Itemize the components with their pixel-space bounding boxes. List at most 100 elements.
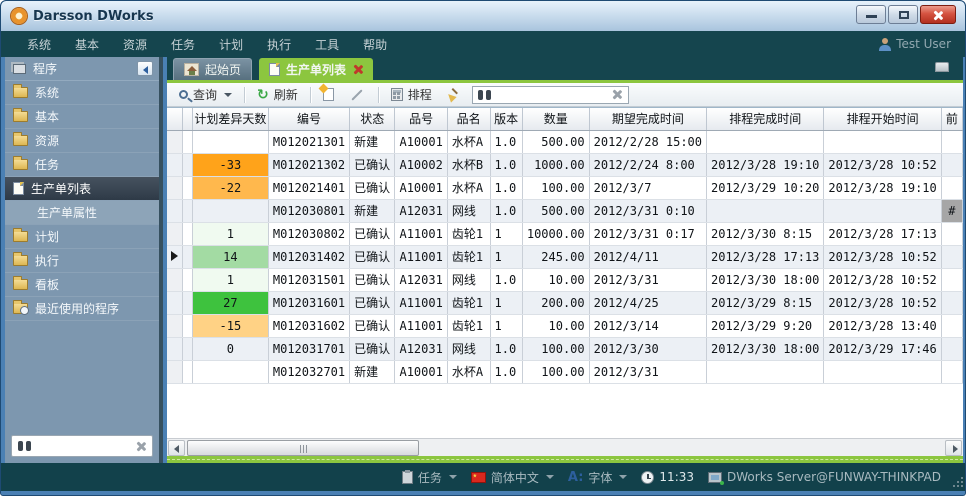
status-label: 字体 <box>588 469 612 486</box>
column-header-期望完成时间[interactable]: 期望完成时间 <box>589 108 706 130</box>
tab-pin-icon[interactable] <box>935 62 949 72</box>
status-item-11:33[interactable]: 11:33 <box>641 470 694 484</box>
minimize-button[interactable] <box>856 5 886 24</box>
row-selector[interactable] <box>167 245 183 268</box>
dropdown-caret-icon[interactable] <box>619 475 627 479</box>
cell-前 <box>941 337 962 360</box>
table-row[interactable]: M012030801新建A12031网线1.0500.002012/3/31 0… <box>167 199 963 222</box>
sidebar-search-input[interactable] <box>36 439 135 453</box>
row-selector[interactable] <box>167 176 183 199</box>
query-button[interactable]: 查询 <box>175 84 236 105</box>
column-header-排程完成时间[interactable]: 排程完成时间 <box>707 108 824 130</box>
cell-前 <box>941 268 962 291</box>
cell-排程开始时间 <box>824 360 941 383</box>
clipboard-icon <box>402 471 413 484</box>
sidebar-collapse-button[interactable] <box>137 61 153 76</box>
scroll-left-button[interactable] <box>168 440 185 456</box>
column-header-数量[interactable]: 数量 <box>522 108 589 130</box>
table-row[interactable]: -22M012021401已确认A10001水杯A1.0100.002012/3… <box>167 176 963 199</box>
table-row[interactable]: 1M012030802已确认A11001齿轮1110000.002012/3/3… <box>167 222 963 245</box>
menu-item-计划[interactable]: 计划 <box>207 34 255 56</box>
sidebar-item-系统[interactable]: 系统 <box>5 81 159 105</box>
row-selector[interactable] <box>167 337 183 360</box>
new-button[interactable] <box>319 86 338 103</box>
row-selector[interactable] <box>167 291 183 314</box>
sidebar-item-看板[interactable]: 看板 <box>5 273 159 297</box>
column-header-前[interactable]: 前 <box>941 108 962 130</box>
edit-button[interactable] <box>344 92 370 98</box>
menu-item-资源[interactable]: 资源 <box>111 34 159 56</box>
sidebar-item-计划[interactable]: 计划 <box>5 225 159 249</box>
column-header-状态[interactable]: 状态 <box>350 108 395 130</box>
status-item-简体中文[interactable]: 简体中文 <box>471 469 554 486</box>
table-row[interactable]: -33M012021302已确认A10002水杯B1.01000.002012/… <box>167 153 963 176</box>
menu-item-基本[interactable]: 基本 <box>63 34 111 56</box>
grid-search-clear-icon[interactable] <box>612 89 623 100</box>
menu-item-执行[interactable]: 执行 <box>255 34 303 56</box>
sidebar-item-生产单列表[interactable]: 生产单列表 <box>5 177 159 201</box>
sidebar-item-资源[interactable]: 资源 <box>5 129 159 153</box>
sidebar-item-生产单属性[interactable]: 生产单属性 <box>5 201 159 225</box>
cell-plan-diff-days: 0 <box>192 337 268 360</box>
menu-item-工具[interactable]: 工具 <box>303 34 351 56</box>
cell-前: # <box>941 199 962 222</box>
dropdown-caret-icon[interactable] <box>449 475 457 479</box>
cell-数量: 100.00 <box>522 337 589 360</box>
column-header-品名[interactable]: 品名 <box>447 108 490 130</box>
column-header-计划差异天数[interactable]: 计划差异天数 <box>192 108 268 130</box>
row-selector[interactable] <box>167 222 183 245</box>
table-row[interactable]: 1M012031501已确认A12031网线1.010.002012/3/312… <box>167 268 963 291</box>
maximize-button[interactable] <box>888 5 918 24</box>
cell-期望完成时间: 2012/4/25 <box>589 291 706 314</box>
sidebar-item-任务[interactable]: 任务 <box>5 153 159 177</box>
row-selector[interactable] <box>167 360 183 383</box>
sidebar-search-clear-icon[interactable] <box>135 441 146 452</box>
cell-品名: 水杯B <box>447 153 490 176</box>
row-selector[interactable] <box>167 130 183 153</box>
table-row[interactable]: 0M012031701已确认A12031网线1.0100.002012/3/30… <box>167 337 963 360</box>
horizontal-scrollbar[interactable] <box>167 438 963 456</box>
cell-plan-diff-days: -33 <box>192 153 268 176</box>
clean-button[interactable] <box>442 86 464 104</box>
status-label: 11:33 <box>659 470 694 484</box>
grid-search-input[interactable] <box>496 88 612 102</box>
user-indicator[interactable]: Test User <box>879 37 951 51</box>
status-item-DWorks Server@FUNWAY-THINKPAD[interactable]: DWorks Server@FUNWAY-THINKPAD <box>708 470 941 484</box>
table-row[interactable]: M012032701新建A10001水杯A1.0100.002012/3/31 <box>167 360 963 383</box>
column-header-版本[interactable]: 版本 <box>490 108 522 130</box>
row-selector[interactable] <box>167 268 183 291</box>
row-selector[interactable] <box>167 314 183 337</box>
table-row[interactable]: M012021301新建A10001水杯A1.0500.002012/2/28 … <box>167 130 963 153</box>
menu-item-系统[interactable]: 系统 <box>15 34 63 56</box>
resize-grip[interactable] <box>953 477 963 487</box>
sidebar-item-基本[interactable]: 基本 <box>5 105 159 129</box>
sidebar-header: 程序 <box>5 57 159 81</box>
row-selector[interactable] <box>167 153 183 176</box>
tab-production-order-list[interactable]: 生产单列表 <box>259 58 373 80</box>
menu-item-帮助[interactable]: 帮助 <box>351 34 399 56</box>
tab-home[interactable]: 起始页 <box>173 58 252 80</box>
table-row[interactable]: 27M012031601已确认A11001齿轮11200.002012/4/25… <box>167 291 963 314</box>
row-indicator-cell <box>183 199 193 222</box>
column-header-排程开始时间[interactable]: 排程开始时间 <box>824 108 941 130</box>
sidebar-item-执行[interactable]: 执行 <box>5 249 159 273</box>
sidebar-item-最近使用的程序[interactable]: 最近使用的程序 <box>5 297 159 321</box>
scrollbar-thumb[interactable] <box>187 440 419 456</box>
menu-item-任务[interactable]: 任务 <box>159 34 207 56</box>
query-dropdown-icon[interactable] <box>224 93 232 97</box>
row-selector[interactable] <box>167 199 183 222</box>
schedule-button[interactable]: 排程 <box>387 84 436 105</box>
table-row[interactable]: -15M012031602已确认A11001齿轮1110.002012/3/14… <box>167 314 963 337</box>
status-item-任务[interactable]: 任务 <box>402 469 457 486</box>
broom-icon <box>446 88 460 102</box>
refresh-button[interactable]: ↻ 刷新 <box>253 84 302 105</box>
column-header-编号[interactable]: 编号 <box>268 108 349 130</box>
column-header-品号[interactable]: 品号 <box>395 108 447 130</box>
cell-排程完成时间: 2012/3/29 9:20 <box>707 314 824 337</box>
scroll-right-button[interactable] <box>945 440 962 456</box>
close-button[interactable] <box>920 5 956 24</box>
tab-close-icon[interactable] <box>352 64 363 75</box>
status-item-字体[interactable]: A:字体 <box>568 469 628 486</box>
table-row[interactable]: 14M012031402已确认A11001齿轮11245.002012/4/11… <box>167 245 963 268</box>
dropdown-caret-icon[interactable] <box>546 475 554 479</box>
